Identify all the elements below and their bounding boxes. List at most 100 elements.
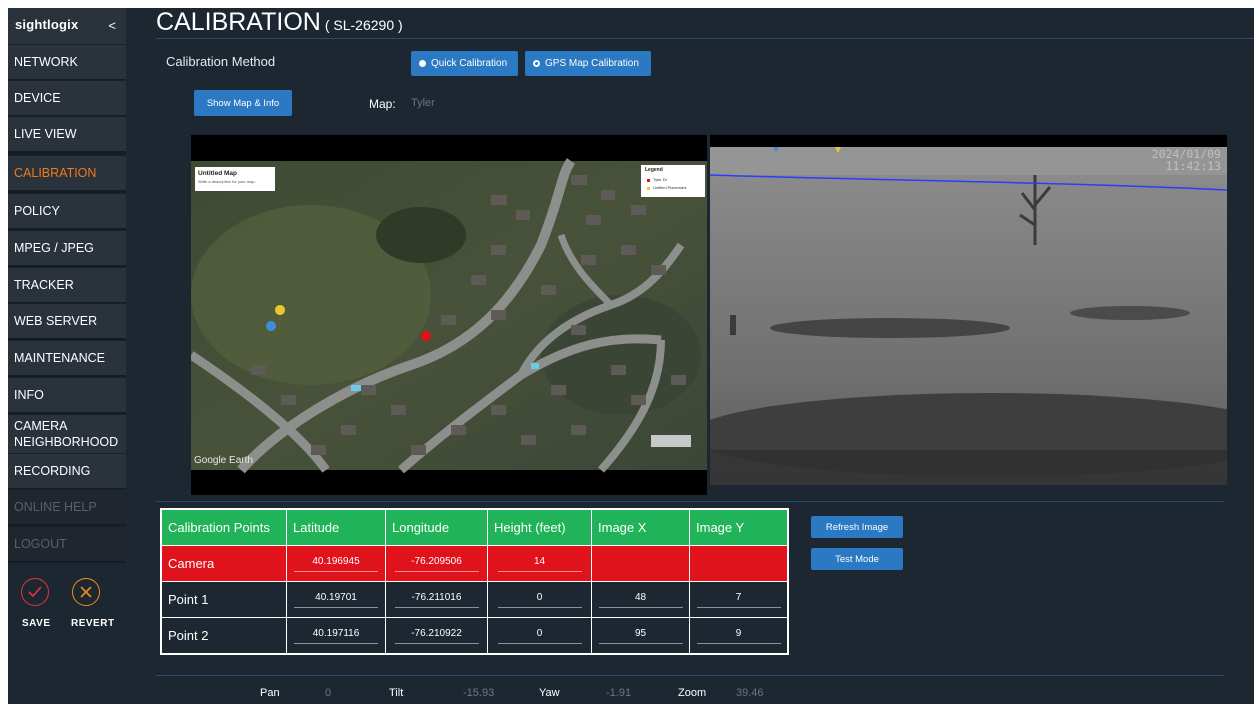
sidebar-item-network[interactable]: NETWORK <box>8 44 126 79</box>
cell-value: -76.209506 <box>394 556 479 572</box>
latitude-input[interactable]: 40.196945 <box>286 545 386 582</box>
latitude-input[interactable]: 40.19701 <box>286 581 386 618</box>
bottom-divider <box>156 675 1224 676</box>
quick-calibration-option[interactable]: Quick Calibration <box>411 51 518 76</box>
map-name: Tyler <box>411 97 435 109</box>
map-label: Map: <box>369 97 396 111</box>
show-map-button[interactable]: Show Map & Info <box>194 90 292 116</box>
device-id: ( SL-26290 ) <box>324 17 403 33</box>
sidebar-item-label: CALIBRATION <box>14 166 97 180</box>
section-divider <box>156 501 1224 502</box>
sidebar-item-policy[interactable]: POLICY <box>8 193 126 228</box>
sidebar-item-label: INFO <box>14 388 44 402</box>
sidebar-item-recording[interactable]: RECORDING <box>8 453 126 488</box>
sidebar-item-maintenance[interactable]: MAINTENANCE <box>8 340 126 375</box>
action-area: SAVE REVERT <box>8 563 126 704</box>
table-row-point-2: Point 2 40.197116 -76.210922 0 95 9 <box>161 617 789 655</box>
image-x-input[interactable]: 95 <box>591 617 690 655</box>
map-legend-item: Untitled Placemark <box>653 185 687 190</box>
longitude-input[interactable]: -76.211016 <box>385 581 488 618</box>
image-y-input[interactable]: 7 <box>689 581 789 618</box>
save-label: SAVE <box>22 618 51 629</box>
zoom-value: 39.46 <box>736 687 764 699</box>
cell-value: -76.211016 <box>394 592 479 608</box>
height-input[interactable]: 0 <box>487 581 592 618</box>
image-y-input[interactable]: 9 <box>689 617 789 655</box>
row-name: Point 1 <box>161 581 287 618</box>
option-label: Quick Calibration <box>431 58 508 69</box>
title-divider <box>156 38 1254 39</box>
sidebar-item-label: CAMERA NEIGHBORHOOD <box>14 418 118 450</box>
calibration-table: Calibration Points Latitude Longitude He… <box>160 508 789 655</box>
pan-label: Pan <box>260 687 280 699</box>
tilt-label: Tilt <box>389 687 404 699</box>
main-content: CALIBRATION( SL-26290 ) Calibration Meth… <box>126 8 1254 704</box>
sidebar-item-device[interactable]: DEVICE <box>8 80 126 115</box>
image-y-cell <box>689 545 789 582</box>
column-header: Image X <box>591 509 690 546</box>
table-row-point-1: Point 1 40.19701 -76.211016 0 48 7 <box>161 581 789 618</box>
sidebar-item-label: NETWORK <box>14 55 78 69</box>
satellite-map[interactable]: Untitled Map Write a description for you… <box>188 135 707 495</box>
revert-button[interactable] <box>72 578 100 606</box>
close-icon <box>80 586 92 598</box>
gps-map-calibration-option[interactable]: GPS Map Calibration <box>525 51 651 76</box>
image-x-input[interactable]: 48 <box>591 581 690 618</box>
page-title: CALIBRATION <box>156 8 321 36</box>
refresh-image-button[interactable]: Refresh Image <box>811 516 903 538</box>
map-legend-title: Legend <box>645 167 663 173</box>
cell-value: 40.196945 <box>294 556 378 572</box>
sidebar-item-mpeg-jpeg[interactable]: MPEG / JPEG <box>8 230 126 265</box>
sidebar-item-label: ONLINE HELP <box>14 500 97 514</box>
check-icon <box>28 586 42 598</box>
option-label: GPS Map Calibration <box>545 58 639 69</box>
yaw-label: Yaw <box>539 687 560 699</box>
test-mode-button[interactable]: Test Mode <box>811 548 903 570</box>
cell-value: 14 <box>497 556 582 572</box>
yaw-value: -1.91 <box>606 687 632 699</box>
save-button[interactable] <box>21 578 49 606</box>
table-header-row: Calibration Points Latitude Longitude He… <box>161 509 789 546</box>
sidebar-item-live-view[interactable]: LIVE VIEW <box>8 116 126 151</box>
sidebar-item-label: LOGOUT <box>14 537 67 551</box>
latitude-input[interactable]: 40.197116 <box>286 617 386 655</box>
height-input[interactable]: 14 <box>487 545 592 582</box>
sidebar-item-label: DEVICE <box>14 91 61 105</box>
column-header: Height (feet) <box>487 509 592 546</box>
cell-value: -76.210922 <box>394 628 479 644</box>
height-input[interactable]: 0 <box>487 617 592 655</box>
radio-unselected-icon <box>533 60 540 67</box>
map-watermark: Google Earth <box>194 455 253 466</box>
sidebar-item-calibration[interactable]: CALIBRATION <box>8 155 126 190</box>
sidebar-item-camera-neighborhood[interactable]: CAMERA NEIGHBORHOOD <box>8 414 126 453</box>
cell-value: 95 <box>598 628 683 644</box>
calibration-method-label: Calibration Method <box>166 54 276 69</box>
collapse-icon[interactable]: < <box>108 18 116 33</box>
label-line-1: CAMERA <box>14 419 68 433</box>
column-header: Latitude <box>286 509 386 546</box>
sidebar-item-info[interactable]: INFO <box>8 377 126 412</box>
app-window: sightlogix < NETWORK DEVICE LIVE VIEW CA… <box>8 8 1254 704</box>
sidebar-item-label: TRACKER <box>14 278 74 292</box>
sidebar-item-label: MAINTENANCE <box>14 351 105 365</box>
longitude-input[interactable]: -76.209506 <box>385 545 488 582</box>
tilt-value: -15.93 <box>463 687 495 699</box>
sidebar-item-logout[interactable]: LOGOUT <box>8 526 126 561</box>
map-legend-item: Tyler Dr <box>653 177 667 182</box>
cell-value: 0 <box>497 628 582 644</box>
map-card-title: Untitled Map <box>198 170 237 177</box>
longitude-input[interactable]: -76.210922 <box>385 617 488 655</box>
cell-value: 0 <box>497 592 582 608</box>
column-header: Calibration Points <box>161 509 287 546</box>
sidebar-item-online-help[interactable]: ONLINE HELP <box>8 489 126 524</box>
cell-value: 7 <box>696 592 781 608</box>
sidebar-item-label: WEB SERVER <box>14 314 98 328</box>
column-header: Image Y <box>689 509 789 546</box>
row-name: Point 2 <box>161 617 287 655</box>
sidebar-item-web-server[interactable]: WEB SERVER <box>8 303 126 338</box>
camera-feed-image <box>690 147 1254 485</box>
sidebar-item-label: MPEG / JPEG <box>14 241 94 255</box>
column-header: Longitude <box>385 509 488 546</box>
sidebar-item-tracker[interactable]: TRACKER <box>8 267 126 302</box>
camera-feed[interactable]: 2024/01/09 11:42:13 <box>690 135 1254 485</box>
